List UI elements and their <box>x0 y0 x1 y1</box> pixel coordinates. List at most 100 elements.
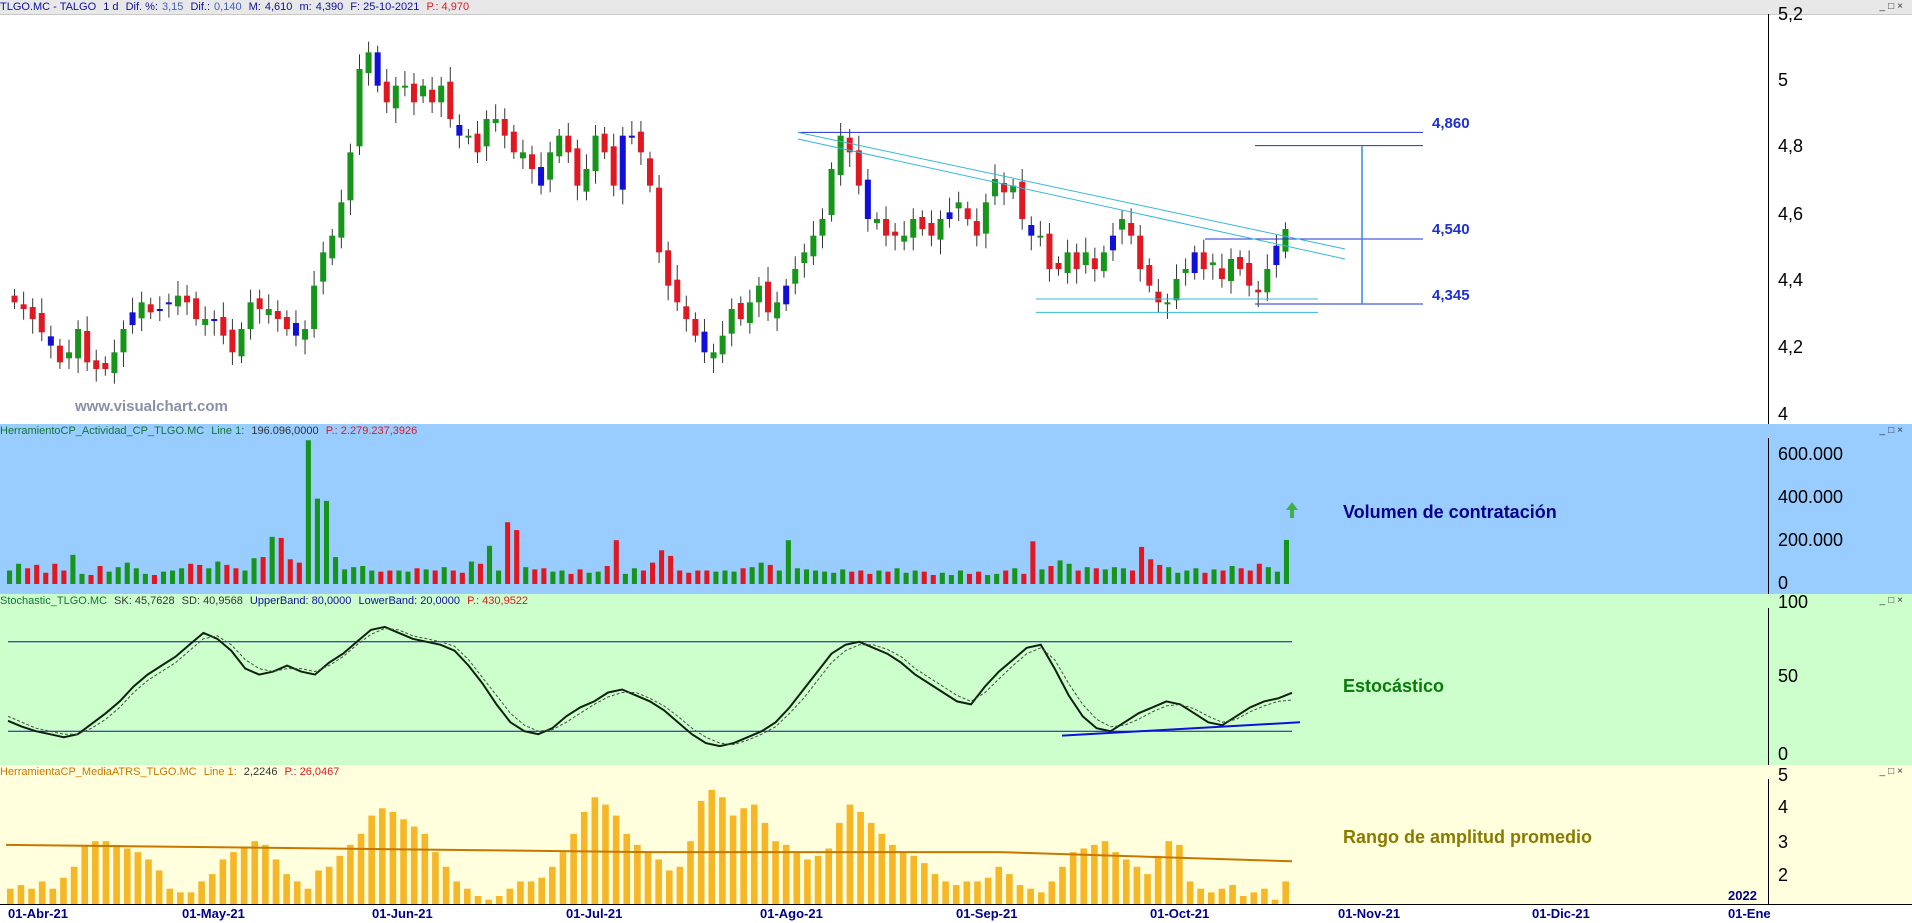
candle-body <box>901 235 908 242</box>
atr-bar <box>421 833 429 907</box>
atr-bar <box>910 855 918 907</box>
atr-bar <box>761 822 769 907</box>
volume-bar <box>52 563 58 584</box>
candle-body <box>174 295 181 307</box>
volume-bar <box>550 571 556 584</box>
atr-bar <box>145 859 152 907</box>
candle-body <box>320 252 327 282</box>
candle-body <box>647 158 653 186</box>
volume-bar <box>1084 567 1090 584</box>
candle-body <box>84 331 91 363</box>
volume-bar <box>1120 568 1126 584</box>
candle-body <box>946 212 953 219</box>
atr-bar <box>644 852 652 907</box>
volume-bar <box>1075 570 1081 584</box>
sk-line <box>7 625 1293 748</box>
candle-body <box>855 150 862 186</box>
volume-bar <box>613 540 619 584</box>
y-tick: 0 <box>1778 573 1789 593</box>
volume-bar <box>704 570 710 584</box>
volume-bar <box>722 570 728 584</box>
candle-body <box>338 202 345 238</box>
volume-bar <box>233 568 239 584</box>
stochastic-y-axis <box>1768 608 1769 765</box>
candle-body <box>229 329 236 353</box>
y-tick: 4 <box>1778 404 1789 424</box>
candle-body <box>755 285 762 303</box>
candle-body <box>374 52 381 86</box>
candle-body <box>438 85 445 103</box>
atr-bar <box>155 870 163 907</box>
candle-body <box>1055 263 1062 269</box>
volume-bar <box>351 567 357 584</box>
candle-body <box>1119 219 1126 230</box>
candle-body <box>656 187 663 253</box>
candle-body <box>982 202 989 234</box>
year-marker: 2022 <box>1728 888 1757 903</box>
candle-body <box>1137 235 1144 269</box>
candle-body <box>47 336 54 346</box>
atr-bar <box>113 844 120 907</box>
atr-bar <box>846 804 854 907</box>
candle-body <box>1227 259 1234 281</box>
candlestick-plot <box>11 41 1423 384</box>
candle-body <box>93 360 100 369</box>
volume-bar <box>966 573 973 584</box>
y-tick: 5,2 <box>1778 4 1804 24</box>
candle-body <box>220 317 227 336</box>
candle-body <box>674 279 681 303</box>
y-tick: 0 <box>1778 744 1789 764</box>
volume-bar <box>1139 546 1145 584</box>
candle-body <box>783 285 790 305</box>
volume-bar <box>1238 568 1244 584</box>
volume-bar <box>686 572 692 584</box>
volume-bar <box>921 571 927 584</box>
atr-bar <box>410 826 418 907</box>
atr-bar <box>240 848 248 907</box>
candle-body <box>138 302 145 319</box>
volume-title: Volumen de contratación <box>1343 502 1557 522</box>
candle-body <box>683 306 690 319</box>
candle-body <box>919 217 926 229</box>
volume-bar <box>142 573 148 584</box>
volume-bar <box>151 575 157 584</box>
atr-bar <box>549 866 556 907</box>
window-controls[interactable]: _□× <box>1880 594 1906 608</box>
volume-bar <box>16 563 22 584</box>
atr-bar <box>219 859 227 907</box>
candle-body <box>556 135 563 157</box>
atr-bar <box>889 844 896 907</box>
window-controls[interactable]: _□× <box>1880 765 1906 779</box>
window-controls[interactable]: _□× <box>1880 0 1906 14</box>
atr-bar <box>857 811 864 907</box>
volume-bar <box>133 568 139 584</box>
y-tick: 400.000 <box>1778 487 1844 507</box>
volume-bar <box>985 575 991 584</box>
atr-bar <box>782 844 790 907</box>
volume-bar <box>70 554 76 584</box>
volume-bar <box>179 568 185 584</box>
window-controls[interactable]: _□× <box>1880 424 1906 438</box>
x-tick: 01-Abr-21 <box>8 906 68 921</box>
volume-bar <box>197 564 203 584</box>
volume-bar <box>97 566 103 584</box>
volume-bar <box>1048 566 1054 584</box>
volume-bar <box>640 570 646 584</box>
volume-bar <box>1247 570 1253 584</box>
x-tick: 01-Ago-21 <box>760 906 823 921</box>
candle-body <box>184 295 191 303</box>
volume-bar <box>1229 566 1235 584</box>
trendline-upper <box>797 131 1346 250</box>
candle-body <box>356 69 363 147</box>
candle-body <box>483 119 490 147</box>
atr-bar <box>867 822 875 907</box>
volume-bar <box>1256 563 1262 584</box>
candle-body <box>792 269 799 284</box>
volume-bar <box>740 568 746 584</box>
candle-body <box>565 135 572 153</box>
volume-bar <box>939 572 945 584</box>
volume-bar <box>677 570 683 584</box>
volume-bar <box>650 562 656 584</box>
candle-body <box>401 85 408 88</box>
y-tick: 4,6 <box>1778 204 1804 224</box>
